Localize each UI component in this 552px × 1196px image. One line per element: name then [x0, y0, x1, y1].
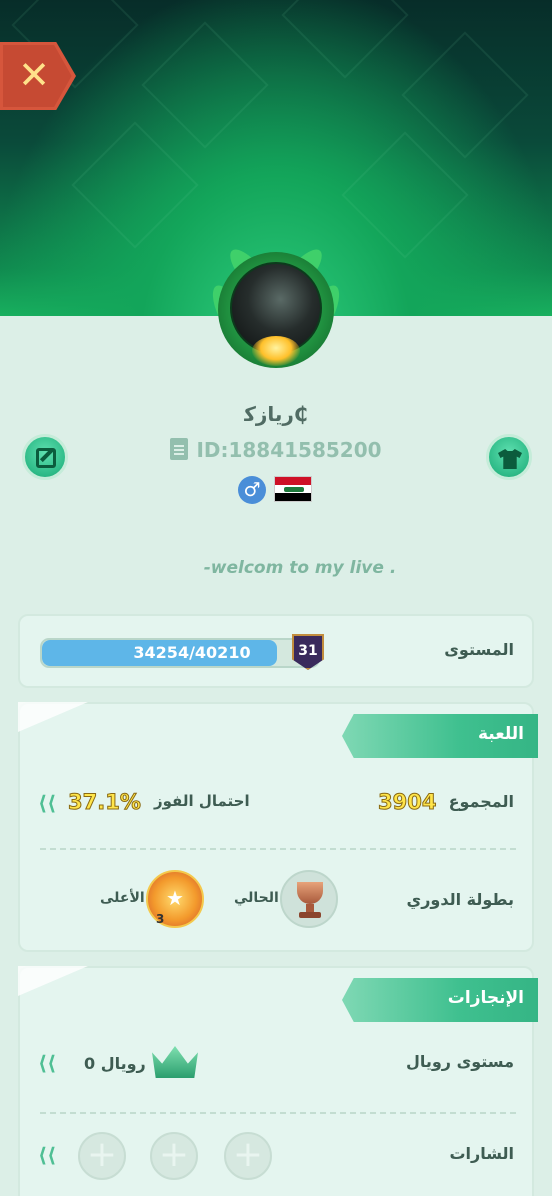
avatar-flame-decoration: [252, 336, 300, 366]
win-rate-label: احتمال الفوز: [154, 792, 250, 810]
total-games-value: 3904: [377, 790, 437, 815]
banner-pattern: [141, 21, 269, 149]
card-fold-decoration: [18, 702, 88, 732]
level-progress-bar: 34254/40210: [40, 638, 320, 668]
banner-pattern: [281, 0, 409, 79]
divider: [40, 848, 516, 850]
achievements-card: الإنجازات مستوى رويال رويال 0 ⟨⟨ الشارات…: [18, 966, 538, 1196]
current-league-trophy-icon[interactable]: [280, 870, 338, 928]
profile-id: ID:18841585200: [196, 438, 382, 462]
chevron-left-icon[interactable]: ⟨⟨: [38, 1144, 58, 1166]
chevron-left-icon[interactable]: ⟨⟨: [38, 792, 58, 814]
royal-level-value: رويال 0: [84, 1054, 146, 1073]
league-label: بطولة الدوري: [406, 890, 514, 909]
current-label: الحالي: [234, 890, 279, 906]
add-badge-button[interactable]: +: [224, 1132, 272, 1180]
edit-icon: [36, 448, 56, 468]
card-fold-decoration: [18, 966, 88, 996]
profile-name: ريازﻛ₵: [244, 402, 308, 426]
chevron-left-icon[interactable]: ⟨⟨: [38, 1052, 58, 1074]
game-section-title: اللعبة: [478, 724, 524, 744]
royal-level-label: مستوى رويال: [405, 1052, 514, 1071]
highest-label: الأعلى: [100, 890, 145, 906]
close-icon: ✕: [18, 53, 50, 97]
level-label: المستوى: [444, 640, 514, 659]
add-badge-button[interactable]: +: [150, 1132, 198, 1180]
iraq-flag-icon: [274, 476, 312, 502]
banner-pattern: [341, 131, 469, 259]
crown-icon: [152, 1046, 198, 1078]
shirt-icon: [498, 449, 522, 469]
trophy-stem: [306, 904, 314, 912]
trophy-cup: [297, 882, 323, 904]
achievements-section-title: الإنجازات: [447, 988, 524, 1008]
avatar[interactable]: [206, 243, 346, 370]
add-badge-button[interactable]: +: [78, 1132, 126, 1180]
star-icon: ★: [166, 886, 184, 910]
profile-bio: -welcom to my live .: [203, 558, 397, 578]
highest-rank-sub: 3: [156, 912, 165, 926]
trophy-base: [299, 912, 321, 918]
game-section-ribbon: اللعبة: [342, 714, 538, 758]
copy-document-icon: [170, 438, 189, 460]
highest-rank-badge-icon[interactable]: ★ 3: [146, 870, 204, 928]
badges-label: الشارات: [449, 1144, 514, 1163]
game-stats-card: اللعبة المجموع 3904 احتمال الفوز 37.1% ⟨…: [18, 702, 538, 952]
banner-pattern: [71, 121, 199, 249]
win-rate-value: 37.1%: [68, 790, 142, 815]
profile-id-row[interactable]: ID:18841585200: [0, 438, 552, 462]
achievements-section-ribbon: الإنجازات: [342, 978, 538, 1022]
level-card: 34254/40210 31 المستوى: [18, 614, 534, 688]
total-games-label: المجموع: [448, 792, 514, 811]
banner-pattern: [401, 31, 529, 159]
level-progress-text: 34254/40210: [133, 643, 251, 662]
gender-country-row: ♂: [0, 474, 552, 504]
male-gender-icon: ♂: [238, 476, 266, 504]
divider: [40, 1112, 516, 1114]
